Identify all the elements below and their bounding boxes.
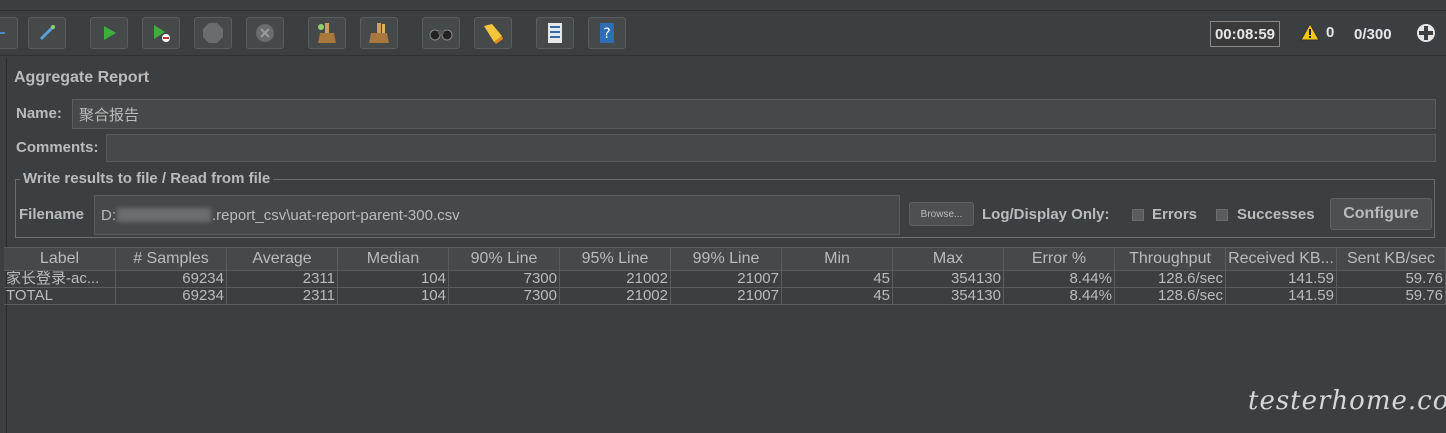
column-header[interactable]: Error % <box>1004 248 1115 270</box>
column-header[interactable]: Received KB... <box>1226 248 1337 270</box>
filename-label: Filename <box>19 206 85 223</box>
function-helper-button[interactable] <box>536 17 574 49</box>
warning-icon <box>1300 23 1320 41</box>
errors-label[interactable]: Errors <box>1152 206 1197 223</box>
shutdown-button[interactable] <box>246 17 284 49</box>
filename-prefix: D: <box>101 206 116 224</box>
help-button[interactable]: ? <box>588 17 626 49</box>
cell-received: 141.59 <box>1226 271 1337 287</box>
table-header: Label # Samples Average Median 90% Line … <box>4 247 1446 271</box>
cell-max: 354130 <box>893 271 1004 287</box>
cell-samples: 69234 <box>116 288 227 304</box>
toggle-button[interactable] <box>28 17 66 49</box>
cell-average: 2311 <box>227 288 338 304</box>
collapse-button[interactable] <box>0 17 18 49</box>
list-icon <box>548 23 562 43</box>
filename-suffix: .report_csv\uat-report-parent-300.csv <box>212 206 460 224</box>
remote-engines-button[interactable] <box>1416 23 1436 48</box>
reset-search-button[interactable] <box>474 17 512 49</box>
column-header[interactable]: Max <box>893 248 1004 270</box>
successes-label[interactable]: Successes <box>1237 206 1315 223</box>
filename-input[interactable]: D: .report_csv\uat-report-parent-300.csv <box>94 195 900 235</box>
active-threads-count: 0/300 <box>1354 26 1392 43</box>
cell-95-line: 21002 <box>560 288 671 304</box>
cell-label: TOTAL <box>4 288 116 304</box>
cell-90-line: 7300 <box>449 271 560 287</box>
start-button[interactable] <box>90 17 128 49</box>
warning-indicator[interactable]: 0 <box>1300 23 1334 41</box>
column-header[interactable]: 99% Line <box>671 248 782 270</box>
table-row[interactable]: TOTAL 69234 2311 104 7300 21002 21007 45… <box>4 288 1446 305</box>
elapsed-timer: 00:08:59 <box>1210 21 1280 47</box>
log-display-label: Log/Display Only: <box>982 206 1110 223</box>
cell-90-line: 7300 <box>449 288 560 304</box>
browse-button[interactable]: Browse... <box>909 202 974 226</box>
cell-95-line: 21002 <box>560 271 671 287</box>
name-input[interactable]: 聚合报告 <box>72 99 1436 129</box>
cell-99-line: 21007 <box>671 288 782 304</box>
search-button[interactable] <box>422 17 460 49</box>
cell-samples: 69234 <box>116 271 227 287</box>
page-title: Aggregate Report <box>14 69 150 86</box>
comments-input[interactable] <box>106 134 1436 162</box>
column-header[interactable]: 95% Line <box>560 248 671 270</box>
warning-count: 0 <box>1326 23 1335 41</box>
stop-icon <box>203 23 223 43</box>
column-header[interactable]: Median <box>338 248 449 270</box>
minus-icon <box>0 32 5 34</box>
successes-checkbox[interactable] <box>1216 209 1228 221</box>
globe-icon <box>1417 24 1435 42</box>
errors-checkbox[interactable] <box>1132 209 1144 221</box>
cell-throughput: 128.6/sec <box>1115 288 1226 304</box>
redacted-path-segment <box>117 208 211 222</box>
column-header[interactable]: Average <box>227 248 338 270</box>
start-no-pauses-button[interactable] <box>142 17 180 49</box>
play-icon <box>104 26 116 40</box>
column-header[interactable]: Label <box>4 248 116 270</box>
write-results-legend: Write results to file / Read from file <box>20 170 274 187</box>
name-label: Name: <box>16 105 62 122</box>
column-header[interactable]: Min <box>782 248 893 270</box>
column-header[interactable]: # Samples <box>116 248 227 270</box>
table-row[interactable]: 家长登录-ac... 69234 2311 104 7300 21002 210… <box>4 271 1446 288</box>
aggregate-table[interactable]: Label # Samples Average Median 90% Line … <box>4 247 1446 305</box>
cell-throughput: 128.6/sec <box>1115 271 1226 287</box>
eraser-broom-icon <box>484 24 503 44</box>
clear-button[interactable] <box>308 17 346 49</box>
play-no-pause-icon <box>154 25 170 42</box>
cell-label: 家长登录-ac... <box>4 271 116 287</box>
cell-min: 45 <box>782 271 893 287</box>
watermark: testerhome.com <box>1248 386 1446 416</box>
wand-icon <box>39 25 55 41</box>
cell-average: 2311 <box>227 271 338 287</box>
cell-error: 8.44% <box>1004 271 1115 287</box>
svg-text:?: ? <box>603 26 610 42</box>
cell-sent: 59.76 <box>1337 288 1446 304</box>
cell-median: 104 <box>338 271 449 287</box>
cell-received: 141.59 <box>1226 288 1337 304</box>
toolbar: ? 00:08:59 0 0/300 <box>0 11 1446 56</box>
broom-all-icon <box>369 23 389 43</box>
shutdown-icon <box>256 24 274 42</box>
column-header[interactable]: Sent KB/sec <box>1337 248 1446 270</box>
stop-button[interactable] <box>194 17 232 49</box>
cell-median: 104 <box>338 288 449 304</box>
column-header[interactable]: 90% Line <box>449 248 560 270</box>
column-header[interactable]: Throughput <box>1115 248 1226 270</box>
configure-button[interactable]: Configure <box>1330 198 1432 230</box>
cell-max: 354130 <box>893 288 1004 304</box>
cell-sent: 59.76 <box>1337 271 1446 287</box>
cell-99-line: 21007 <box>671 271 782 287</box>
comments-label: Comments: <box>16 139 99 156</box>
clear-all-button[interactable] <box>360 17 398 49</box>
broom-icon <box>318 23 336 43</box>
cell-error: 8.44% <box>1004 288 1115 304</box>
help-book-icon: ? <box>600 23 614 43</box>
cell-min: 45 <box>782 288 893 304</box>
window-top-strip <box>0 0 1446 11</box>
binoculars-icon <box>429 29 453 41</box>
